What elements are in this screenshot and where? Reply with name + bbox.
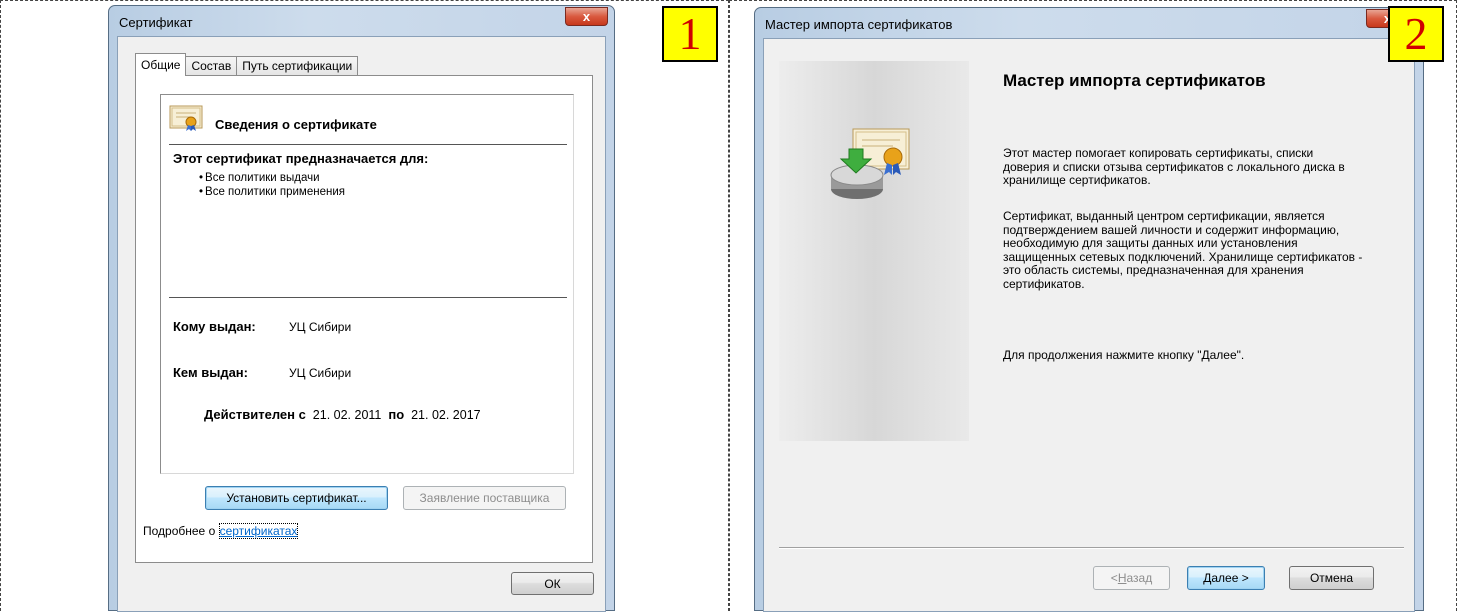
close-button[interactable]: x [565,7,608,26]
next-button[interactable]: Далее > [1187,566,1265,590]
dialog-client-area: Общие Состав Путь сертификации Сведения … [117,36,606,612]
ok-button[interactable]: ОК [511,572,594,595]
back-button[interactable]: < Назад [1093,566,1170,590]
more-info-text: Подробнее о сертификатах [143,523,299,539]
purpose-list: Все политики выдачи Все политики примене… [199,171,345,199]
divider [169,144,567,145]
certificate-info-title: Сведения о сертификате [215,117,377,132]
wizard-heading: Мастер импорта сертификатов [1003,71,1266,90]
valid-to-value: 21. 02. 2017 [411,408,481,422]
certificate-icon [169,105,203,131]
wizard-description-text: Сертификат, выданный центром сертификаци… [1003,209,1363,291]
list-item: Все политики выдачи [199,171,345,185]
divider [779,547,1404,549]
list-item: Все политики применения [199,185,345,199]
tab-general[interactable]: Общие [135,53,187,76]
back-button-mnemonic: Н [1117,571,1127,585]
cancel-button[interactable]: Отмена [1289,566,1374,590]
valid-from-label: Действителен с [204,407,306,422]
issued-to-value: УЦ Сибири [289,320,352,334]
wizard-intro-text: Этот мастер помогает копировать сертифик… [1003,146,1345,187]
valid-to-label: по [388,407,405,422]
certificate-dialog: Сертификат x Общие Состав Путь сертифика… [108,5,615,612]
wizard-client-area: Мастер импорта сертификатов Этот мастер … [763,38,1415,612]
issued-by-label: Кем выдан: [173,365,248,380]
close-icon: x [582,9,591,24]
tab-page-general: Сведения о сертификате Этот сертификат п… [135,75,593,563]
window-title: Сертификат [119,15,193,30]
certificate-disk-install-icon [830,128,910,199]
install-certificate-button[interactable]: Установить сертификат... [205,486,388,510]
certificates-help-link[interactable]: сертификатах [218,523,299,539]
divider [169,297,567,298]
step-badge-2: 2 [1388,6,1444,62]
tab-details[interactable]: Состав [185,56,238,76]
issuer-statement-button[interactable]: Заявление поставщика [403,486,566,510]
certificate-info-box: Сведения о сертификате Этот сертификат п… [160,94,574,474]
back-button-prefix: < [1110,571,1118,585]
valid-from-value: 21. 02. 2011 [312,408,382,422]
window-title: Мастер импорта сертификатов [765,17,953,32]
step-badge-1: 1 [662,6,718,62]
wizard-continue-hint: Для продолжения нажмите кнопку "Далее". [1003,348,1245,362]
back-button-rest: азад [1126,571,1153,585]
purpose-heading: Этот сертификат предназначается для: [173,151,429,166]
more-info-prefix: Подробнее о [143,524,216,538]
issued-by-value: УЦ Сибири [289,366,352,380]
tab-certification-path[interactable]: Путь сертификации [236,56,359,76]
validity-period: Действителен с 21. 02. 2011 по 21. 02. 2… [204,407,481,422]
issued-to-label: Кому выдан: [173,319,256,334]
certificate-import-wizard: Мастер импорта сертификатов x Мастер имп… [754,7,1424,612]
tab-strip: Общие Состав Путь сертификации [135,53,359,76]
wizard-side-panel [779,61,969,441]
